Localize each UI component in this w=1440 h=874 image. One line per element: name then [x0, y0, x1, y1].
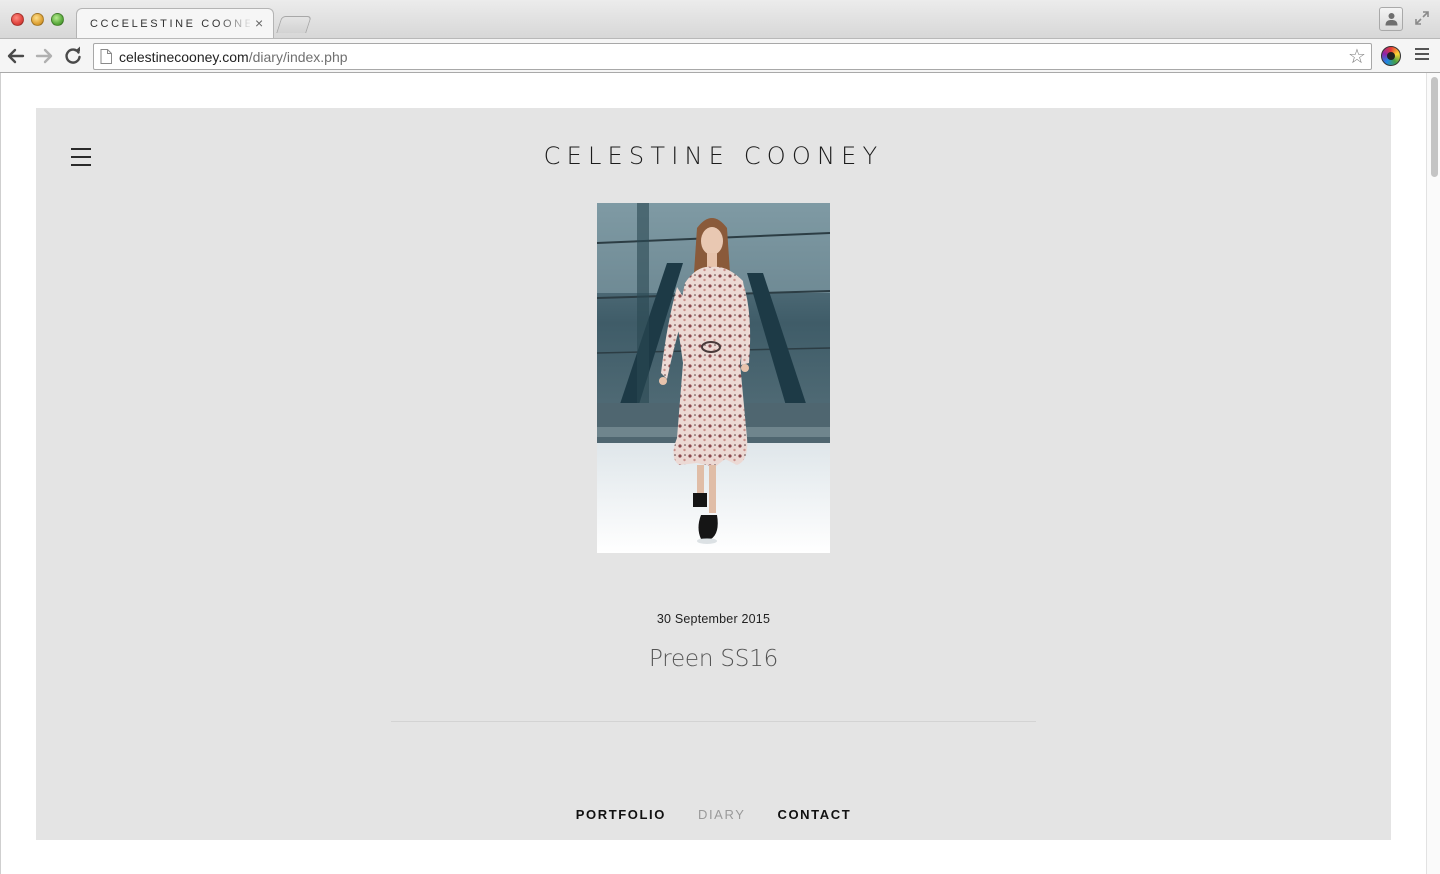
address-bar[interactable]: celestinecooney.com/diary/index.php ☆ [93, 43, 1372, 70]
nav-diary-link[interactable]: DIARY [698, 807, 746, 822]
person-icon [1385, 13, 1398, 26]
bookmark-star-icon[interactable]: ☆ [1348, 47, 1366, 67]
new-tab-button[interactable] [276, 16, 312, 33]
url-text: celestinecooney.com/diary/index.php [119, 49, 348, 65]
browser-tab[interactable]: CCCELESTINE COONEY × [76, 8, 274, 38]
scrollbar-thumb[interactable] [1431, 77, 1438, 177]
nav-portfolio-link[interactable]: PORTFOLIO [576, 807, 666, 822]
post-title-link[interactable]: Preen SS16 [36, 646, 1391, 672]
page-viewport: CELESTINE COONEY 30 September 2015 Preen… [0, 73, 1440, 874]
profile-button[interactable] [1379, 7, 1403, 31]
close-window-button[interactable] [11, 13, 24, 26]
zoom-window-button[interactable] [51, 13, 64, 26]
site-title[interactable]: CELESTINE COONEY [36, 142, 1391, 170]
forward-arrow-icon[interactable] [34, 46, 54, 66]
back-arrow-icon[interactable] [6, 46, 26, 66]
footer-nav: PORTFOLIO DIARY CONTACT [36, 807, 1391, 822]
site-container: CELESTINE COONEY 30 September 2015 Preen… [36, 108, 1391, 840]
browser-titlebar: CCCELESTINE COONEY × [0, 0, 1440, 38]
nav-contact-link[interactable]: CONTACT [777, 807, 851, 822]
tab-close-icon[interactable]: × [255, 15, 263, 31]
page-icon [100, 49, 112, 64]
url-path: /diary/index.php [248, 49, 348, 65]
vertical-scrollbar[interactable] [1426, 73, 1440, 874]
url-domain: celestinecooney.com [119, 49, 249, 65]
post-date: 30 September 2015 [656, 612, 771, 626]
browser-menu-icon[interactable] [1415, 48, 1429, 62]
fullscreen-icon[interactable] [1414, 10, 1430, 26]
reload-icon[interactable] [63, 46, 83, 66]
post-image[interactable] [597, 203, 830, 553]
divider [391, 721, 1036, 722]
extension-icon[interactable] [1381, 46, 1401, 66]
minimize-window-button[interactable] [31, 13, 44, 26]
browser-toolbar: celestinecooney.com/diary/index.php ☆ [0, 38, 1440, 73]
